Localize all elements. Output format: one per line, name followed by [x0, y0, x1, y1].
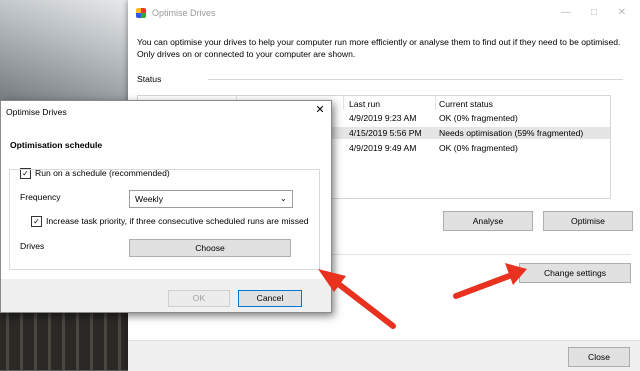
red-arrow-annotation	[453, 263, 527, 299]
red-arrow-annotation	[318, 269, 396, 329]
annotation-arrows	[318, 263, 527, 329]
